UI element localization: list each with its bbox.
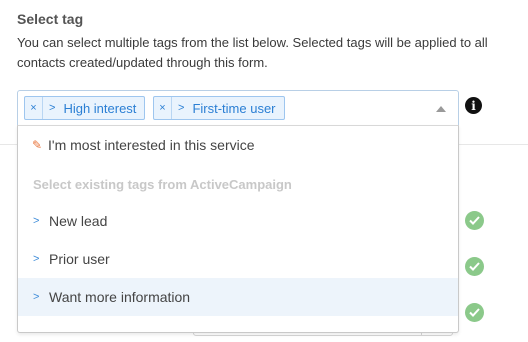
pencil-icon: ✎: [32, 138, 43, 152]
selected-tag-chip: × > High interest: [24, 96, 146, 120]
section-title: Select tag: [17, 11, 84, 27]
selected-tag-chip: × > First-time user: [153, 96, 285, 120]
check-circle-icon: [465, 303, 484, 322]
option-group-label: Select existing tags from ActiveCampaign: [33, 177, 292, 192]
option-label: I'm most interested in this service: [48, 137, 255, 153]
collapse-arrow-icon[interactable]: [436, 106, 446, 112]
tag-caret-icon: >: [178, 102, 185, 114]
option-label: New lead: [49, 213, 108, 229]
tag-caret-icon: >: [33, 253, 40, 265]
tag-caret-icon: >: [33, 215, 40, 227]
dropdown-option-highlighted[interactable]: > Want more information: [18, 278, 458, 316]
tag-dropdown-menu: ✎ I'm most interested in this service Se…: [17, 125, 459, 333]
check-circle-icon: [465, 257, 484, 276]
check-circle-icon: [465, 211, 484, 230]
create-tag-option[interactable]: ✎ I'm most interested in this service: [18, 126, 458, 164]
remove-tag-icon[interactable]: ×: [25, 97, 43, 119]
info-icon[interactable]: i: [465, 97, 482, 114]
option-label: Prior user: [49, 251, 110, 267]
tag-label: First-time user: [192, 100, 276, 116]
remove-tag-icon[interactable]: ×: [154, 97, 172, 119]
dropdown-option[interactable]: > New lead: [18, 202, 458, 240]
tag-label: High interest: [63, 100, 137, 116]
section-description: You can select multiple tags from the li…: [17, 35, 488, 70]
tag-settings-panel: Select tag You can select multiple tags …: [0, 0, 528, 342]
tag-caret-icon: >: [33, 291, 40, 303]
tag-multi-select[interactable]: × > High interest × > First-time user: [17, 90, 459, 126]
dropdown-option[interactable]: > Prior user: [18, 240, 458, 278]
tag-caret-icon: >: [49, 102, 56, 114]
option-label: Want more information: [49, 289, 191, 305]
